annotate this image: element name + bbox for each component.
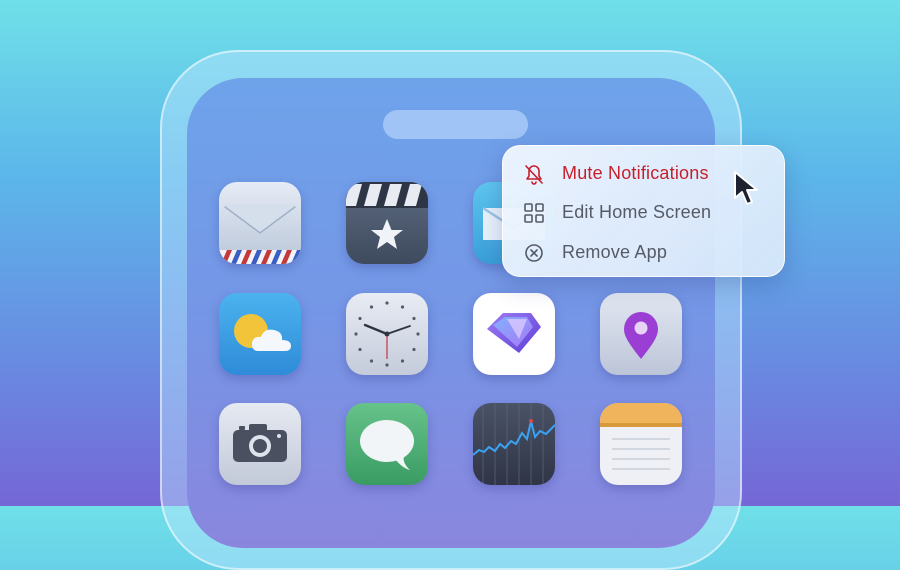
camera-app-icon[interactable] <box>219 403 301 485</box>
featured-app-icon[interactable] <box>473 293 555 375</box>
menu-item-label: Remove App <box>562 241 668 262</box>
clapperboard-app-icon[interactable] <box>346 182 428 264</box>
menu-item-remove-app[interactable]: Remove App <box>502 235 785 269</box>
menu-item-label: Edit Home Screen <box>562 201 712 222</box>
messages-app-icon[interactable] <box>346 403 428 485</box>
notes-app-icon[interactable] <box>600 403 682 485</box>
x-circle-icon <box>522 241 546 265</box>
grid-icon <box>522 201 546 225</box>
menu-item-label: Mute Notifications <box>562 162 709 183</box>
mail-app-icon[interactable] <box>219 182 301 264</box>
dynamic-island <box>383 110 528 139</box>
mouse-pointer-icon <box>733 170 761 208</box>
stocks-app-icon[interactable] <box>473 403 555 485</box>
maps-app-icon[interactable] <box>600 293 682 375</box>
weather-app-icon[interactable] <box>219 293 301 375</box>
bell-slash-icon <box>522 162 546 186</box>
clock-app-icon[interactable] <box>346 293 428 375</box>
